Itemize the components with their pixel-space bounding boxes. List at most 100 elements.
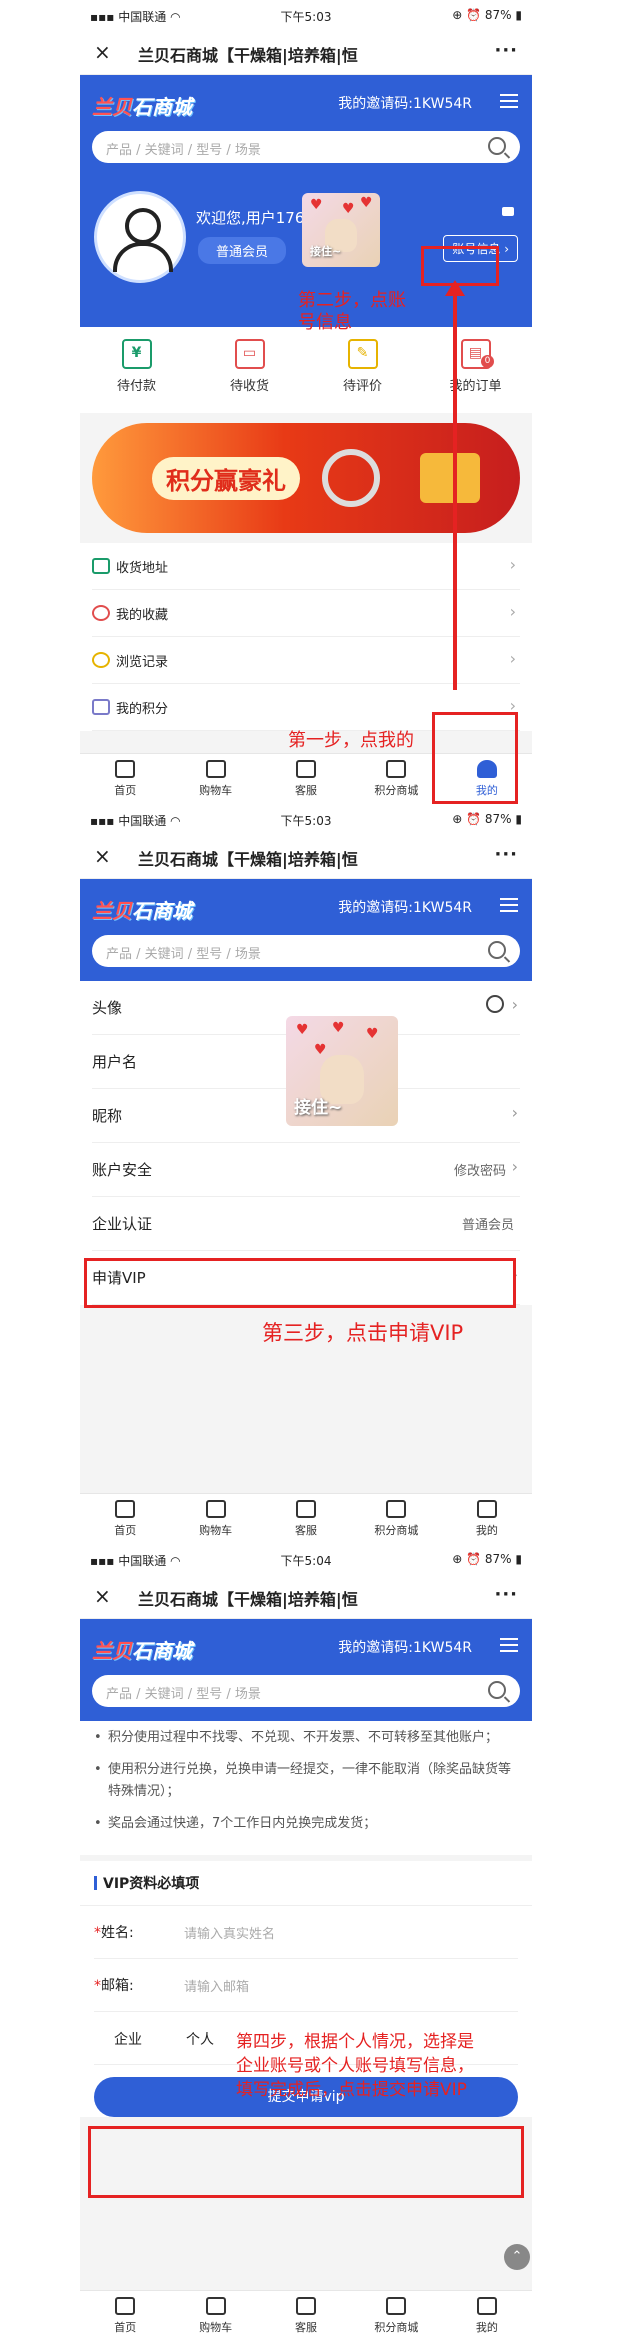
order-all[interactable]: ▤ 0 我的订单	[419, 327, 532, 413]
user-icon	[486, 995, 504, 1013]
member-badge: 普通会员	[198, 237, 287, 264]
search-input[interactable]: 产品 / 关键词 / 型号 / 场景	[92, 131, 520, 163]
name-label: *姓名:	[94, 1925, 134, 1941]
account-menu: 收货地址 › 我的收藏 › 浏览记录 › 我的积分 ›	[80, 543, 532, 731]
truck-icon: ▭	[234, 339, 265, 369]
annotation-step3: 第三步，点击申请VIP	[262, 1321, 464, 1345]
tab-mine[interactable]: 我的	[442, 1494, 532, 1542]
search-placeholder: 产品 / 关键词 / 型号 / 场景	[106, 143, 261, 158]
close-icon[interactable]: ×	[94, 1584, 111, 1608]
home-icon	[115, 760, 136, 778]
search-icon[interactable]	[488, 941, 506, 959]
search-input[interactable]: 产品 / 关键词 / 型号 / 场景	[92, 1675, 520, 1707]
invite-code: 我的邀请码:1KW54R	[338, 96, 472, 112]
row-security[interactable]: 账户安全 修改密码 ›	[92, 1143, 520, 1197]
order-pending-payment[interactable]: ¥ 待付款	[80, 327, 193, 413]
headset-icon	[296, 1500, 317, 1518]
highlight-submit-vip	[88, 2126, 524, 2198]
tab-home[interactable]: 首页	[80, 2291, 170, 2339]
site-logo[interactable]: 兰贝石商城	[92, 91, 192, 120]
status-bar: ▪▪▪ 中国联通 ◠ 下午5:03 ⊕ ⏰ 87% ▮	[80, 0, 532, 30]
close-icon[interactable]: ×	[94, 40, 111, 64]
search-input[interactable]: 产品 / 关键词 / 型号 / 场景	[92, 935, 520, 967]
eye-icon	[92, 652, 110, 668]
tab-points-mall[interactable]: 积分商城	[351, 754, 441, 802]
site-header: 兰贝石商城 我的邀请码:1KW54R 产品 / 关键词 / 型号 / 场景	[80, 1619, 532, 1721]
order-shortcuts: ¥ 待付款 ▭ 待收货 ✎ 待评价 ▤ 0 我的订单	[80, 327, 532, 413]
tab-cart[interactable]: 购物车	[170, 1494, 260, 1542]
page-title: 兰贝石商城【干燥箱|培养箱|恒	[138, 850, 358, 869]
option-personal[interactable]: 个人	[186, 2029, 214, 2049]
close-icon[interactable]: ×	[94, 844, 111, 868]
search-icon[interactable]	[488, 137, 506, 155]
name-input[interactable]: 请输入真实姓名	[184, 1923, 275, 1942]
banner-text: 积分赢豪礼	[152, 457, 300, 500]
tab-points-mall[interactable]: 积分商城	[351, 2291, 441, 2339]
chevron-right-icon: ›	[509, 602, 516, 621]
site-logo[interactable]: 兰贝石商城	[92, 1635, 192, 1664]
more-icon[interactable]: ···	[494, 40, 518, 61]
highlight-tab-mine	[432, 712, 518, 804]
annotation-step1: 第一步，点我的	[288, 730, 414, 751]
tab-service[interactable]: 客服	[261, 754, 351, 802]
battery-label: ⊕ ⏰ 87% ▮	[452, 1552, 522, 1566]
invite-code: 我的邀请码:1KW54R	[338, 900, 472, 916]
option-enterprise[interactable]: 企业	[114, 2029, 142, 2049]
webview-titlebar: × 兰贝石商城【干燥箱|培养箱|恒 ···	[80, 1574, 532, 1619]
grid-icon	[386, 1500, 407, 1518]
tab-service[interactable]: 客服	[261, 2291, 351, 2339]
welcome-text: 欢迎您,用户1760	[196, 209, 314, 227]
menu-label: 浏览记录	[116, 655, 169, 670]
page-title: 兰贝石商城【干燥箱|培养箱|恒	[138, 46, 358, 65]
menu-icon[interactable]	[500, 1638, 518, 1656]
webview-titlebar: × 兰贝石商城【干燥箱|培养箱|恒 ···	[80, 30, 532, 75]
tab-cart[interactable]: 购物车	[170, 754, 260, 802]
bottom-tabbar: 首页 购物车 客服 积分商城 我的	[80, 1493, 532, 1542]
avatar[interactable]	[94, 191, 186, 283]
chevron-right-icon: ›	[509, 649, 516, 668]
gift-box-icon	[420, 453, 480, 503]
rule-item: 奖品会通过快递，7个工作日内兑换完成发货；	[94, 1813, 518, 1835]
annotation-arrow	[453, 290, 457, 690]
more-icon[interactable]: ···	[494, 844, 518, 865]
grid-icon	[386, 760, 407, 778]
tab-points-mall[interactable]: 积分商城	[351, 1494, 441, 1542]
tab-mine[interactable]: 我的	[442, 2291, 532, 2339]
cat-sticker-image: ♥ ♥ ♥ ♥ 接住~	[286, 1016, 398, 1126]
coins-icon	[92, 699, 110, 715]
row-enterprise-cert[interactable]: 企业认证 普通会员	[92, 1197, 520, 1251]
screen-vip-application: ▪▪▪ 中国联通 ◠ 下午5:04 ⊕ ⏰ 87% ▮ × 兰贝石商城【干燥箱|…	[80, 1544, 532, 2339]
page-title: 兰贝石商城【干燥箱|培养箱|恒	[138, 1590, 358, 1609]
back-to-top-icon[interactable]: ⌃	[504, 2244, 530, 2270]
cart-icon	[205, 2297, 226, 2315]
search-icon[interactable]	[488, 1681, 506, 1699]
chevron-right-icon: ›	[511, 1157, 518, 1176]
more-icon[interactable]: ···	[494, 1584, 518, 1605]
search-placeholder: 产品 / 关键词 / 型号 / 场景	[106, 1687, 261, 1702]
order-pending-review[interactable]: ✎ 待评价	[306, 327, 419, 413]
email-label: *邮箱:	[94, 1978, 134, 1994]
tab-home[interactable]: 首页	[80, 1494, 170, 1542]
email-input[interactable]: 请输入邮箱	[184, 1976, 249, 1995]
cart-icon	[205, 760, 226, 778]
highlight-apply-vip	[84, 1258, 516, 1308]
annotation-step4: 第四步，根据个人情况，选择是 企业账号或个人账号填写信息， 填写完成后，点击提交…	[236, 2032, 474, 2100]
tab-home[interactable]: 首页	[80, 754, 170, 802]
order-pending-receipt[interactable]: ▭ 待收货	[193, 327, 306, 413]
order-label: 我的订单	[449, 379, 502, 394]
arrow-head-icon	[445, 280, 465, 296]
cat-sticker-image: ♥ ♥ ♥ 接住~	[302, 193, 380, 267]
screen-my-account: ▪▪▪ 中国联通 ◠ 下午5:03 ⊕ ⏰ 87% ▮ × 兰贝石商城【干燥箱|…	[80, 0, 532, 802]
menu-icon[interactable]	[500, 94, 518, 112]
tab-cart[interactable]: 购物车	[170, 2291, 260, 2339]
points-rules: 积分使用过程中不找零、不兑现、不开发票、不可转移至其他账户； 使用积分进行兑换，…	[80, 1721, 532, 1855]
tab-service[interactable]: 客服	[261, 1494, 351, 1542]
menu-label: 收货地址	[116, 561, 169, 576]
annotation-step2: 第二步，点账 号信息	[298, 290, 406, 333]
camera-icon[interactable]	[502, 207, 514, 216]
site-logo[interactable]: 兰贝石商城	[92, 895, 192, 924]
headphones-icon	[322, 449, 380, 507]
menu-icon[interactable]	[500, 898, 518, 916]
chevron-right-icon: ›	[511, 1103, 518, 1122]
edit-icon: ✎	[347, 339, 378, 369]
